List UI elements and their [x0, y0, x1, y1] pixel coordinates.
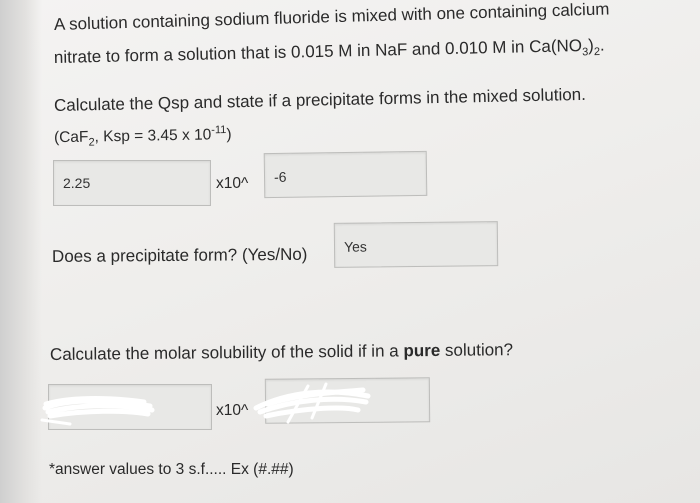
question-line-2: nitrate to form a solution that is 0.015… [53, 35, 605, 67]
solubility-times-ten-label: x10^ [216, 402, 249, 419]
qsp-exponent-input[interactable]: -6 [263, 150, 428, 199]
redaction-scribble-1 [40, 396, 155, 426]
qsp-exponent-value: -6 [273, 168, 287, 185]
precipitate-answer-value: Yes [343, 238, 367, 255]
solubility-prompt-start: Calculate the molar solubility of the so… [49, 341, 399, 364]
part1-prompt: Calculate the Qsp and state if a precipi… [53, 84, 587, 115]
question-line-1: A solution containing sodium fluoride is… [53, 0, 610, 34]
solubility-prompt-bold: pure [403, 340, 441, 361]
page-edge-shadow [0, 0, 42, 503]
redaction-scribble-2 [253, 382, 371, 424]
precipitate-question: Does a precipitate form? (Yes/No) [51, 244, 308, 266]
qsp-times-ten-label: x10^ [216, 175, 249, 192]
answer-format-note: *answer values to 3 s.f..... Ex (#.##) [49, 461, 294, 478]
qsp-coefficient-input[interactable]: 2.25 [53, 160, 211, 206]
part1-ksp-info: (CaF2, Ksp = 3.45 x 10-11) [53, 123, 232, 149]
precipitate-answer-input[interactable]: Yes [333, 221, 499, 268]
worksheet-page: A solution containing sodium fluoride is… [0, 0, 700, 503]
solubility-prompt: Calculate the molar solubility of the so… [50, 339, 513, 366]
solubility-prompt-end: solution? [444, 340, 514, 360]
qsp-coefficient-value: 2.25 [63, 175, 91, 191]
